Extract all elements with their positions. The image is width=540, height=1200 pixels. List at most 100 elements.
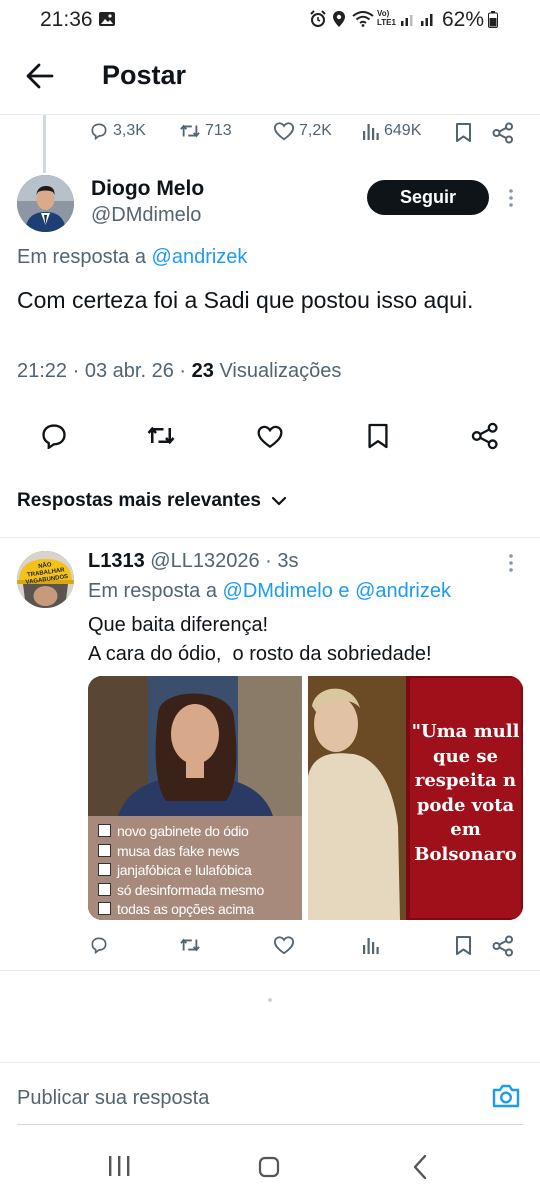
header-divider (0, 114, 540, 115)
quote-line: respeita n (414, 770, 517, 791)
heart-icon[interactable] (256, 424, 284, 449)
checklist-item: janjafóbica e lulafóbica (98, 861, 302, 881)
alarm-icon (309, 10, 327, 28)
loading-indicator (268, 998, 272, 1002)
share-icon[interactable] (492, 935, 514, 957)
views-count: 23 (191, 360, 214, 382)
more-options-icon[interactable] (508, 188, 514, 208)
page-title: Postar (102, 60, 187, 90)
battery-percent: 62% (442, 8, 485, 31)
recent-apps-icon[interactable] (107, 1155, 131, 1177)
views-icon[interactable] (362, 935, 380, 955)
checklist-item-text: novo gabinete do ódio (117, 823, 249, 839)
app-header: Postar (0, 40, 540, 114)
reply-header: L1313 @LL132026 · 3s (88, 550, 299, 573)
reply-icon (89, 121, 109, 141)
checkbox-icon (98, 863, 111, 876)
checklist-item-text: janjafóbica e lulafóbica (117, 862, 252, 878)
composer-underline (17, 1124, 523, 1125)
signal-icon-2 (420, 11, 436, 27)
follow-button[interactable]: Seguir (367, 180, 489, 215)
quote-line: que se (433, 745, 498, 767)
heart-icon (273, 121, 295, 141)
battery-icon (488, 11, 498, 28)
reply-image-1[interactable]: novo gabinete do ódio musa das fake news… (88, 676, 302, 920)
wifi-icon (352, 11, 374, 27)
views-label: Visualizações (219, 360, 342, 382)
meta-separator: · (265, 550, 272, 572)
reply-text-line-1: Que baita diferença! (88, 614, 269, 636)
network-type-label: Vo) LTE1 (377, 9, 396, 27)
reply-age[interactable]: 3s (277, 550, 298, 572)
checkbox-icon (98, 902, 111, 915)
back-nav-icon[interactable] (412, 1154, 428, 1180)
tweet-time[interactable]: 21:22 (17, 360, 67, 382)
checklist-item-text: todas as opções acima (117, 901, 254, 917)
reply-to-mention[interactable]: @DMdimelo (223, 580, 333, 602)
parent-views-action[interactable]: 649K (362, 121, 421, 141)
checklist-item-text: musa das fake news (117, 842, 240, 859)
signal-icon-1 (400, 11, 416, 27)
reply-prefix: Em resposta a (17, 246, 146, 268)
meta-separator: · (72, 360, 80, 382)
reply-author-name[interactable]: L1313 (88, 550, 145, 572)
home-icon[interactable] (258, 1156, 280, 1178)
parent-retweet-action[interactable]: 713 (179, 121, 232, 141)
parent-like-count: 7,2K (299, 122, 332, 139)
bookmark-icon[interactable] (367, 422, 389, 450)
quote-line: Bolsonaro (414, 843, 517, 865)
checklist-item: todas as opções acima (98, 900, 302, 920)
retweet-icon[interactable] (179, 935, 201, 955)
retweet-icon (179, 121, 201, 141)
checkbox-icon (98, 824, 111, 837)
system-nav-bar (0, 1130, 540, 1200)
image-1-checklist: novo gabinete do ódio musa das fake news… (88, 816, 302, 920)
tweet-date[interactable]: 03 abr. 26 (85, 360, 174, 382)
author-handle[interactable]: @DMdimelo (91, 204, 201, 227)
camera-icon[interactable] (491, 1083, 521, 1109)
image-2-quote: "Uma mull que se respeita n pode vota em… (408, 720, 523, 867)
reply-divider (0, 970, 540, 971)
replies-sort-dropdown[interactable]: Respostas mais relevantes (17, 490, 287, 512)
reply-tweet: NÃO TRABALHAR VAGABUNDOS L1313 @LL132026… (0, 538, 540, 970)
reply-avatar[interactable]: NÃO TRABALHAR VAGABUNDOS (17, 551, 74, 608)
reply-prefix: Em resposta a (88, 580, 217, 602)
reply-icon[interactable] (40, 422, 68, 449)
checkbox-icon (98, 843, 111, 857)
share-icon[interactable] (492, 122, 514, 144)
reply-image-2[interactable]: "Uma mull que se respeita n pode vota em… (308, 676, 523, 920)
back-arrow-icon[interactable] (26, 63, 54, 89)
views-icon (362, 121, 380, 141)
reply-context: Em resposta a @DMdimelo e @andrizek (88, 580, 451, 603)
tweet-text: Com certeza foi a Sadi que postou isso a… (17, 287, 474, 313)
tweet-meta: 21:22 · 03 abr. 26 · 23 Visualizações (17, 360, 341, 383)
status-bar: 21:36 Vo) LTE1 62% (0, 0, 540, 40)
checklist-item: novo gabinete do ódio (98, 822, 302, 842)
more-options-icon[interactable] (508, 553, 514, 573)
heart-icon[interactable] (273, 935, 295, 955)
reply-composer[interactable]: Publicar sua resposta (0, 1063, 540, 1125)
reply-author-handle[interactable]: @LL132026 (150, 550, 259, 572)
reply-icon[interactable] (89, 935, 109, 955)
share-icon[interactable] (471, 422, 499, 450)
checklist-item: musa das fake news (98, 842, 302, 862)
avatar[interactable] (17, 175, 74, 232)
reply-to-mention[interactable]: @andrizek (152, 246, 248, 268)
bookmark-icon[interactable] (455, 935, 472, 956)
reply-input[interactable]: Publicar sua resposta (17, 1087, 209, 1110)
reply-to-mention[interactable]: @andrizek (355, 580, 451, 602)
quote-line: em (450, 819, 481, 840)
gallery-notification-icon (98, 11, 116, 27)
parent-reply-count: 3,3K (113, 122, 146, 139)
meta-separator: · (179, 360, 187, 382)
author-name[interactable]: Diogo Melo (91, 177, 204, 201)
parent-reply-action[interactable]: 3,3K (89, 121, 146, 141)
retweet-icon[interactable] (146, 423, 176, 448)
bookmark-icon[interactable] (455, 122, 472, 143)
reply-conjunction: e (338, 580, 350, 602)
quote-line: "Uma mull (411, 721, 520, 742)
checkbox-icon (98, 882, 111, 896)
chevron-down-icon (271, 496, 287, 506)
parent-like-action[interactable]: 7,2K (273, 121, 332, 141)
reply-media-grid[interactable]: novo gabinete do ódio musa das fake news… (88, 676, 523, 920)
